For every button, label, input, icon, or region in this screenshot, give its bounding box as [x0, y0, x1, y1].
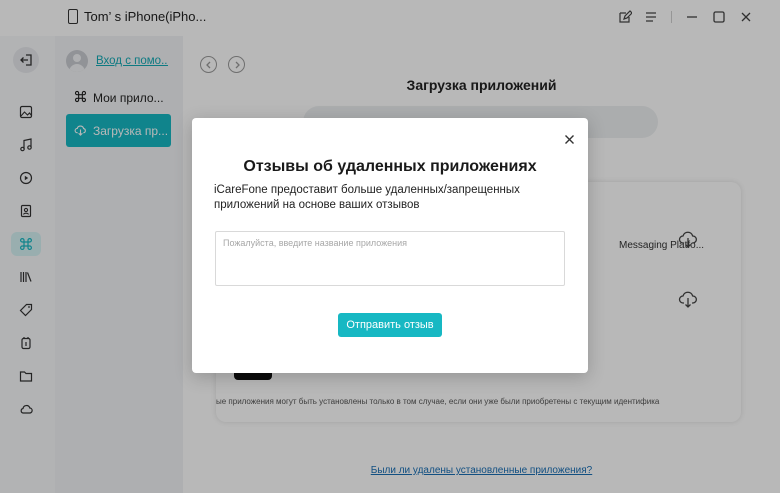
dialog-title: Отзывы об удаленных приложениях: [243, 158, 537, 175]
app-name-input[interactable]: [215, 231, 565, 286]
app-window: Tom’ s iPhone(iPho... Вход с помо... Мои…: [0, 0, 780, 493]
feedback-dialog: Отзывы об удаленных приложениях iCareFon…: [192, 118, 588, 373]
submit-feedback-button[interactable]: Отправить отзыв: [338, 313, 442, 337]
close-icon[interactable]: [562, 132, 576, 146]
dialog-description: iCareFone предоставит больше удаленных/з…: [214, 184, 520, 211]
